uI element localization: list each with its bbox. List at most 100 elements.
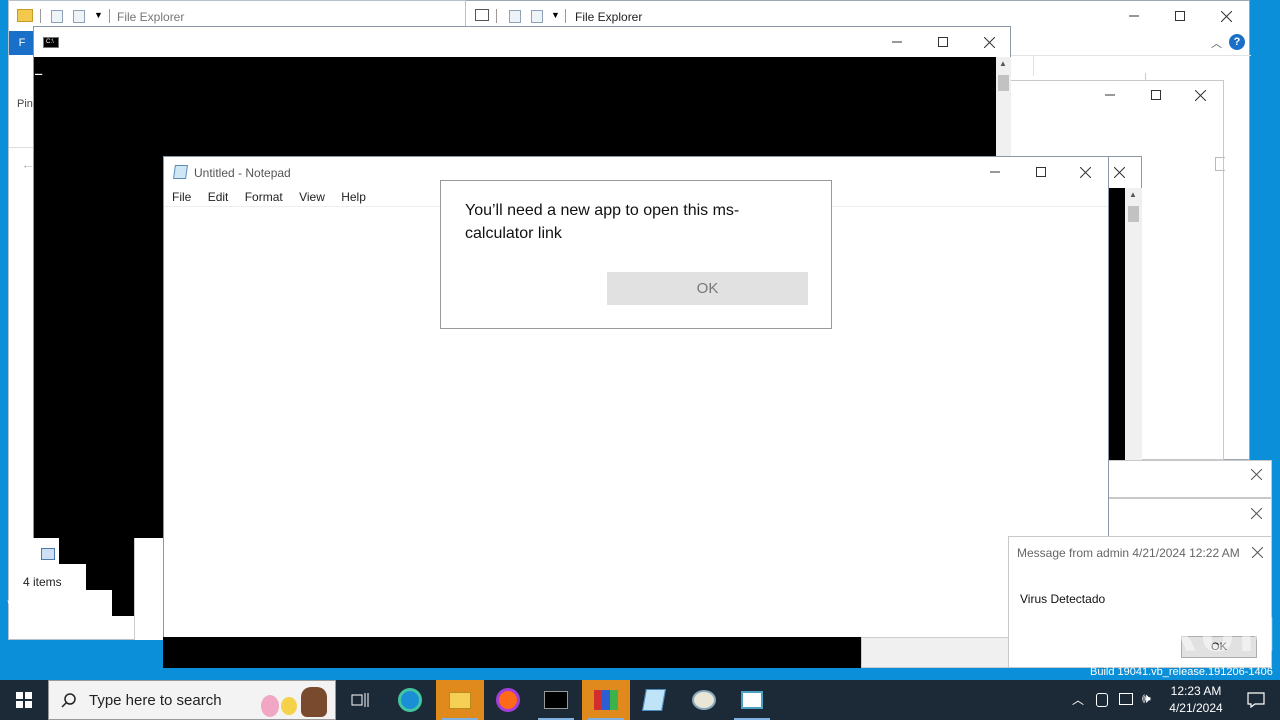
folder-icon <box>449 691 471 709</box>
pin-label: Pin <box>17 98 33 110</box>
close-button[interactable] <box>966 27 1012 57</box>
taskbar-app-colorful[interactable] <box>582 680 630 720</box>
desktop-icon-label: higher <box>76 598 110 612</box>
easter-eggs-icon <box>261 695 279 717</box>
easter-bunny-icon <box>301 687 327 717</box>
render-artifact <box>86 564 112 590</box>
stacked-dialog-2[interactable] <box>1108 498 1272 538</box>
minimize-button[interactable] <box>1111 1 1157 31</box>
render-artifact <box>134 538 164 640</box>
desktop-icon-higher[interactable]: higher <box>76 598 116 613</box>
file-tab[interactable]: F <box>9 31 35 55</box>
cmd-cursor: _ <box>35 61 43 75</box>
search-placeholder: Type here to search <box>89 692 222 709</box>
new-folder-icon[interactable] <box>531 10 543 23</box>
explorer-right-qat-icon <box>475 9 489 21</box>
folder-icon <box>17 9 33 22</box>
dialog-ok-button[interactable]: OK <box>607 272 808 305</box>
task-view-icon <box>351 693 369 707</box>
open-with-dialog[interactable]: You’ll need a new app to open this ms-ca… <box>440 180 832 329</box>
build-text-value: Build 19041.vb_release.191206-1406 <box>1090 666 1273 678</box>
status-item-count: 4 items <box>23 575 62 589</box>
search-icon[interactable] <box>1215 157 1225 171</box>
qat-dropdown-icon[interactable]: ▼ <box>551 10 560 20</box>
minimize-button[interactable] <box>1087 81 1133 109</box>
minimize-button[interactable] <box>972 157 1018 187</box>
maximize-button[interactable] <box>1157 1 1203 31</box>
tray-app-icon[interactable] <box>1096 693 1108 707</box>
taskbar: Type here to search ︿ 🕪 12:23 AM 4/21/20… <box>0 680 1280 720</box>
cmd-scrollbar-2[interactable]: ▲ <box>1125 188 1142 460</box>
taskbar-search-box[interactable]: Type here to search <box>48 680 336 720</box>
menu-edit[interactable]: Edit <box>208 190 229 204</box>
notification-center-button[interactable] <box>1232 680 1280 720</box>
details-view-icon[interactable] <box>41 548 55 560</box>
anyrun-watermark: ANY.RUN <box>1036 608 1279 662</box>
close-button[interactable] <box>1203 1 1249 31</box>
window-app-icon <box>741 691 763 709</box>
taskbar-app-window[interactable] <box>728 680 776 720</box>
menu-help[interactable]: Help <box>341 190 366 204</box>
build-text: Build 19041.vb_release.191206-1406 <box>1090 666 1280 680</box>
firefox-icon <box>496 688 520 712</box>
volume-icon[interactable]: 🕪 <box>1142 690 1151 707</box>
render-artifact <box>163 637 861 668</box>
clock[interactable]: 12:23 AM 4/21/2024 <box>1160 683 1232 717</box>
notification-icon <box>1247 692 1265 708</box>
clock-time: 12:23 AM <box>1170 684 1222 698</box>
dialog-message: You’ll need a new app to open this ms-ca… <box>465 202 740 242</box>
search-icon <box>61 693 76 708</box>
notepad-icon <box>642 689 666 711</box>
ribbon-collapse-icon[interactable]: ︿ <box>1211 35 1222 51</box>
desktop-icon-vlc[interactable]: VLC media player <box>0 598 74 628</box>
admin-message-body: Virus Detectado <box>1020 592 1106 606</box>
taskbar-edge[interactable] <box>386 680 434 720</box>
taskbar-cmd[interactable] <box>532 680 580 720</box>
admin-message-title: Message from admin 4/21/2024 12:22 AM <box>1017 546 1240 560</box>
render-artifact <box>861 637 1009 668</box>
cmd-titlebar[interactable]: C:\ <box>34 27 1010 57</box>
menu-view[interactable]: View <box>299 190 325 204</box>
cmd-console-2 <box>1109 188 1125 460</box>
cmd-icon <box>544 691 568 709</box>
taskbar-notepad[interactable] <box>630 680 678 720</box>
network-icon[interactable] <box>1119 693 1133 705</box>
stacked-dialog-1[interactable] <box>1108 460 1272 498</box>
windows-icon <box>16 692 32 708</box>
cmd-icon: C:\ <box>43 37 59 48</box>
minimize-button[interactable] <box>874 27 920 57</box>
maximize-button[interactable] <box>1018 157 1064 187</box>
rgb-boxes-icon <box>594 690 618 710</box>
start-button[interactable] <box>0 680 48 720</box>
close-button[interactable] <box>1177 81 1223 109</box>
qat-dropdown-icon[interactable]: ▼ <box>94 10 103 20</box>
menu-file[interactable]: File <box>172 190 191 204</box>
menu-format[interactable]: Format <box>245 190 283 204</box>
file-tab-label: F <box>18 37 26 49</box>
render-artifact <box>59 538 134 564</box>
taskbar-file-explorer[interactable] <box>436 680 484 720</box>
explorer-right-title: File Explorer <box>575 10 643 24</box>
close-button[interactable] <box>1241 537 1273 567</box>
properties-icon[interactable] <box>509 10 521 23</box>
close-button[interactable] <box>1239 499 1273 527</box>
new-folder-icon[interactable] <box>73 10 85 23</box>
explorer-left-title: File Explorer <box>117 10 185 24</box>
desktop-icon-label: VLC media player <box>7 598 67 627</box>
close-button[interactable] <box>1062 157 1108 187</box>
scroll-up-icon[interactable]: ▲ <box>999 59 1007 68</box>
task-view-button[interactable] <box>336 680 384 720</box>
watermark-text: ANY.RUN <box>1036 608 1279 662</box>
taskbar-firefox[interactable] <box>484 680 532 720</box>
properties-icon[interactable] <box>51 10 63 23</box>
help-icon[interactable]: ? <box>1229 34 1245 50</box>
maximize-button[interactable] <box>1133 81 1179 109</box>
edge-icon <box>398 688 422 712</box>
close-button[interactable] <box>1239 461 1273 487</box>
easter-eggs-icon <box>281 697 297 715</box>
notepad-icon <box>173 165 188 179</box>
notepad-title: Untitled - Notepad <box>194 166 291 180</box>
show-hidden-icons-icon[interactable]: ︿ <box>1072 691 1084 708</box>
maximize-button[interactable] <box>920 27 966 57</box>
taskbar-paint[interactable] <box>680 680 728 720</box>
